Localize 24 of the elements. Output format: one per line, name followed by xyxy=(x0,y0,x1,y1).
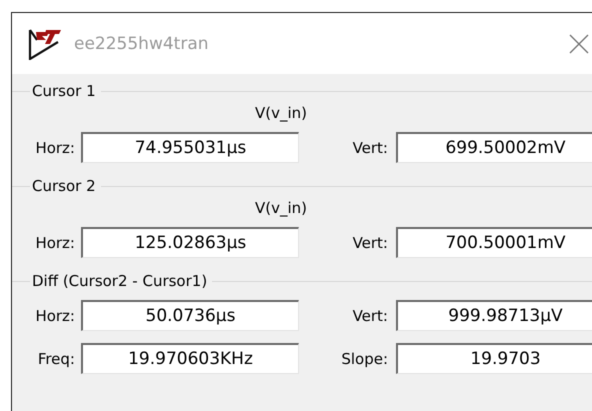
field-label: Vert: xyxy=(352,234,388,252)
field-label: Vert: xyxy=(352,306,388,324)
value-field[interactable]: 19.970603KHz xyxy=(81,343,299,374)
value-field[interactable]: 999.98713µV xyxy=(396,300,592,331)
field-label: Freq: xyxy=(36,350,75,368)
value-field[interactable]: 50.0736µs xyxy=(81,300,299,331)
field-label: Horz: xyxy=(34,234,75,252)
value-field[interactable]: 19.9703 xyxy=(396,343,592,374)
window-title: ee2255hw4tran xyxy=(74,34,209,54)
signal-name: V(v_in) xyxy=(255,199,308,219)
group-title: Diff (Cursor2 - Cursor1) xyxy=(31,272,208,290)
value-field[interactable]: 699.50002mV xyxy=(396,132,592,163)
field-label: Slope: xyxy=(340,350,388,368)
value-field[interactable]: 125.02863µs xyxy=(81,227,299,258)
field-label: Horz: xyxy=(34,306,75,324)
group-title: Cursor 1 xyxy=(31,82,97,100)
value-field[interactable]: 74.955031µs xyxy=(81,132,299,163)
signal-name: V(v_in) xyxy=(255,104,308,124)
close-icon[interactable] xyxy=(569,34,589,54)
value-field[interactable]: 700.50001mV xyxy=(396,227,592,258)
app-logo-icon xyxy=(28,28,62,60)
field-label: Vert: xyxy=(352,138,388,156)
group-title: Cursor 2 xyxy=(31,177,97,195)
field-label: Horz: xyxy=(34,138,75,156)
